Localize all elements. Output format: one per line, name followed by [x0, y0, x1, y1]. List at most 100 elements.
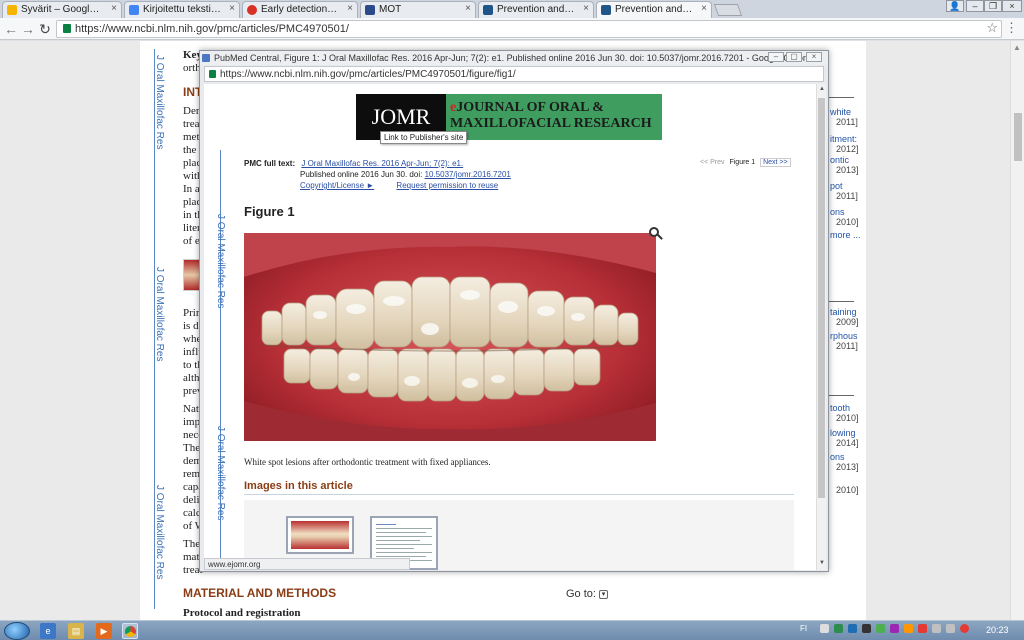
explorer-icon[interactable]: ▤: [68, 623, 84, 639]
tray-app-icon[interactable]: [834, 624, 843, 633]
close-icon[interactable]: ×: [583, 3, 589, 14]
spine-label: J Oral Maxillofac Res: [215, 214, 226, 309]
license-link[interactable]: Copyright/License ►: [300, 181, 374, 190]
popup-minimize-button[interactable]: –: [768, 52, 784, 62]
bookmark-star-icon[interactable]: ☆: [986, 20, 998, 36]
divider: [826, 395, 854, 396]
scrollbar-thumb[interactable]: [1014, 113, 1022, 161]
pdf-icon: [247, 5, 257, 15]
current-figure: Figure 1: [729, 159, 756, 166]
address-bar[interactable]: https://www.ncbi.nlm.nih.gov/pmc/article…: [56, 20, 1002, 38]
dental-photo-image: [244, 233, 656, 441]
body-text-line: The: [183, 442, 201, 454]
tab-prevention-1[interactable]: Prevention and Treatmen ×: [478, 1, 594, 18]
scroll-up-icon[interactable]: ▲: [819, 86, 825, 92]
scroll-down-icon[interactable]: ▼: [819, 560, 825, 566]
similar-article-link[interactable]: more ...: [830, 230, 861, 240]
publisher-tooltip: Link to Publisher's site: [380, 131, 468, 144]
popup-content: J Oral Maxillofac Res J Oral Maxillofac …: [204, 84, 816, 570]
tab-label: Syvärit – Google Drive: [21, 4, 103, 15]
tab-early-detection[interactable]: Early detection of white s ×: [242, 1, 358, 18]
prev-link[interactable]: << Prev: [700, 159, 725, 166]
similar-article-link[interactable]: ons 2010]: [830, 207, 859, 227]
tray-app-icon[interactable]: [904, 624, 913, 633]
media-player-icon[interactable]: ▶: [96, 623, 112, 639]
reload-icon[interactable]: ↻: [36, 20, 54, 38]
spine-label: J Oral Maxillofac Res: [215, 426, 226, 521]
popup-status-bar: www.ejomr.org: [204, 558, 410, 570]
tab-prevention-2[interactable]: Prevention and Treatme ×: [596, 1, 712, 19]
next-button[interactable]: Next >>: [760, 158, 791, 167]
tab-mot[interactable]: MOT ×: [360, 1, 476, 18]
scroll-up-icon[interactable]: ▲: [1013, 43, 1021, 52]
close-icon[interactable]: ×: [701, 3, 707, 14]
similar-article-link[interactable]: white 2011]: [830, 107, 858, 127]
popup-url[interactable]: https://www.ncbi.nlm.nih.gov/pmc/article…: [220, 69, 516, 80]
popup-address-bar[interactable]: https://www.ncbi.nlm.nih.gov/pmc/article…: [204, 66, 824, 82]
tray-app-icon[interactable]: [862, 624, 871, 633]
start-button[interactable]: [4, 622, 30, 640]
figure-pager: << Prev Figure 1 Next >>: [700, 158, 791, 167]
ie-icon[interactable]: e: [40, 623, 56, 639]
close-icon[interactable]: ×: [347, 3, 353, 14]
thumbnail-figure-1[interactable]: [286, 516, 354, 554]
google-docs-icon: [129, 5, 139, 15]
tray-arrow-icon[interactable]: [820, 624, 829, 633]
similar-article-link[interactable]: ons 2013]: [830, 452, 859, 472]
close-icon[interactable]: ×: [111, 3, 117, 14]
body-text-line: The: [183, 538, 201, 550]
spine-label: J Oral Maxillofac Res: [154, 55, 165, 150]
restore-button[interactable]: ❐: [984, 0, 1002, 12]
user-icon[interactable]: 👤: [946, 0, 964, 12]
forward-arrow-icon[interactable]: →: [19, 20, 37, 38]
tray-app-icon[interactable]: [890, 624, 899, 633]
citation-link[interactable]: J Oral Maxillofac Res. 2016 Apr-Jun; 7(2…: [301, 159, 463, 168]
goto-menu[interactable]: Go to: ▾: [566, 588, 609, 600]
teeth-photo[interactable]: [244, 233, 656, 441]
similar-article-link[interactable]: 2010]: [830, 485, 859, 495]
journal-name: eJOURNAL OF ORAL & MAXILLOFACIAL RESEARC…: [446, 94, 662, 140]
back-arrow-icon[interactable]: ←: [2, 20, 20, 38]
close-icon[interactable]: ×: [465, 3, 471, 14]
popup-close-button[interactable]: ×: [806, 52, 822, 62]
similar-article-link[interactable]: taining 2009]: [830, 307, 859, 327]
similar-article-link[interactable]: pot 2011]: [830, 181, 858, 201]
tray-app-icon[interactable]: [848, 624, 857, 633]
close-window-button[interactable]: ×: [1002, 0, 1022, 12]
ncbi-icon: [483, 5, 493, 15]
address-url[interactable]: https://www.ncbi.nlm.nih.gov/pmc/article…: [75, 23, 349, 35]
new-tab-button[interactable]: [713, 4, 743, 16]
tab-google-drive[interactable]: Syvärit – Google Drive ×: [2, 1, 122, 18]
popup-scrollbar[interactable]: ▲ ▼: [816, 84, 826, 570]
language-indicator[interactable]: FI: [800, 624, 807, 633]
tray-app-icon[interactable]: [918, 624, 927, 633]
subsection-heading: Protocol and registration: [183, 607, 301, 619]
taskbar-clock[interactable]: 20:23: [986, 625, 1009, 635]
published-text: Published online 2016 Jun 30. doi:: [300, 170, 423, 179]
tab-google-docs[interactable]: Kirjoitettu teksti.docx - G ×: [124, 1, 240, 18]
popup-maximize-button[interactable]: ▢: [786, 52, 802, 62]
volume-icon[interactable]: [946, 624, 955, 633]
similar-article-link[interactable]: itment: 2012]: [830, 134, 859, 154]
menu-dots-icon[interactable]: ⋮: [1005, 20, 1018, 36]
popup-scrollbar-thumb[interactable]: [818, 98, 825, 498]
doi-link[interactable]: 10.5037/jomr.2016.7201: [425, 170, 511, 179]
divider: [826, 97, 854, 98]
tray-app-icon[interactable]: [876, 624, 885, 633]
mot-icon: [365, 5, 375, 15]
zoom-magnifier-icon[interactable]: [649, 227, 659, 237]
alert-icon[interactable]: [960, 624, 969, 633]
similar-article-link[interactable]: rphous 2011]: [830, 331, 858, 351]
similar-article-link[interactable]: lowing 2014]: [830, 428, 859, 448]
permission-link[interactable]: Request permission to reuse: [396, 181, 498, 190]
page-scrollbar[interactable]: ▲: [1010, 41, 1024, 620]
figure-caption: White spot lesions after orthodontic tre…: [244, 457, 491, 467]
close-icon[interactable]: ×: [229, 3, 235, 14]
chrome-icon[interactable]: [122, 623, 138, 639]
body-text-line: In a: [183, 183, 200, 195]
similar-article-link[interactable]: tooth 2010]: [830, 403, 859, 423]
minimize-button[interactable]: –: [966, 0, 984, 12]
network-icon[interactable]: [932, 624, 941, 633]
similar-article-link[interactable]: ontic 2013]: [830, 155, 859, 175]
browser-tab-strip: Syvärit – Google Drive × Kirjoitettu tek…: [0, 0, 1024, 19]
